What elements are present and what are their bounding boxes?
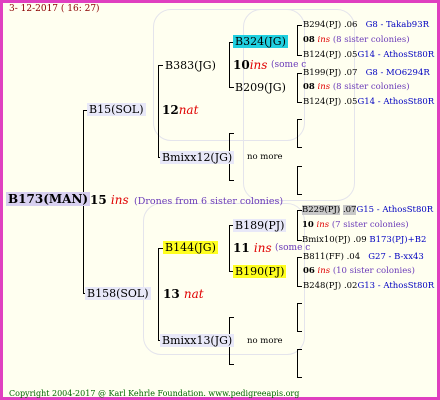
connector xyxy=(297,102,302,103)
connector xyxy=(229,225,230,271)
root-drone-note: (Drones from 6 sister colonies) xyxy=(134,196,284,207)
connector xyxy=(297,210,298,240)
connector xyxy=(297,73,298,102)
connector xyxy=(297,73,302,74)
connector xyxy=(297,147,302,148)
connector xyxy=(229,364,234,365)
maternal-grandmother-number: 10ins xyxy=(233,58,268,72)
ancestor-b209[interactable]: B209(JG) xyxy=(233,81,288,94)
connector xyxy=(229,180,234,181)
no-more-label: no more xyxy=(247,336,283,346)
leaf-b199[interactable]: B199(PJ) .07 G8 - MO6294R xyxy=(303,68,430,78)
paternal-grandmother-number: 11 ins xyxy=(233,241,272,255)
ancestor-b190[interactable]: B190(PJ) xyxy=(233,265,287,278)
connector xyxy=(297,349,302,350)
connector xyxy=(297,55,302,56)
mother-queen[interactable]: B15(SOL) xyxy=(87,103,146,116)
leaf-generation-08: 08 ins (8 sister colonies) xyxy=(303,82,410,92)
connector xyxy=(297,25,302,26)
pedigree-frame: 3- 12-2017 ( 16: 27) B173(MAN) 15 ins (D… xyxy=(0,0,440,400)
leaf-b248[interactable]: B248(PJ) .02G13 - AthosSt80R xyxy=(303,281,434,291)
connector xyxy=(158,248,159,340)
connector xyxy=(297,286,302,287)
connector xyxy=(297,194,302,195)
connector xyxy=(297,166,302,167)
no-more-label: no more xyxy=(247,152,283,162)
leaf-b294[interactable]: B294(PJ) .06 G8 - Takab93R xyxy=(303,20,429,30)
father-generation-number: 13 nat xyxy=(163,287,204,301)
maternal-grandmother[interactable]: B383(JG) xyxy=(163,59,218,72)
connector xyxy=(297,119,298,147)
connector xyxy=(297,303,298,331)
connector xyxy=(297,257,302,258)
connector xyxy=(297,25,298,55)
maternal-grandfather-mix[interactable]: Bmixx12(JG) xyxy=(160,151,235,164)
connector xyxy=(297,377,302,378)
leaf-b124[interactable]: B124(PJ) .05G14 - AthosSt80R xyxy=(303,97,434,107)
paternal-grandfather-mix[interactable]: Bmixx13(JG) xyxy=(160,334,235,347)
leaf-b811[interactable]: B811(FF) .04 G27 - B-xx43 xyxy=(303,252,424,262)
leaf-generation-10: 10 ins (7 sister colonies) xyxy=(302,220,409,230)
ancestor-b324[interactable]: B324(JG) xyxy=(233,35,288,48)
father-queen[interactable]: B158(SOL) xyxy=(85,287,151,300)
connector xyxy=(297,166,298,194)
leaf-generation-06: 06 ins (10 sister colonies) xyxy=(303,266,415,276)
leaf-generation-08: 08 ins (8 sister colonies) xyxy=(303,35,410,45)
connector xyxy=(297,303,302,304)
connector xyxy=(297,119,302,120)
connector xyxy=(297,331,302,332)
mother-generation-number: 12nat xyxy=(162,103,199,117)
generated-date: 3- 12-2017 ( 16: 27) xyxy=(9,4,100,14)
connector xyxy=(229,133,234,134)
connector xyxy=(297,257,298,286)
maternal-grandmother-note: (some c xyxy=(271,60,307,70)
connector xyxy=(229,317,234,318)
copyright-footer: Copyright 2004-2017 @ Karl Kehrle Founda… xyxy=(9,389,300,398)
connector xyxy=(297,349,298,377)
root-generation-number: 15 ins xyxy=(90,193,129,207)
ancestor-b189[interactable]: B189(PJ) xyxy=(233,219,287,232)
leaf-b124[interactable]: B124(PJ) .05G14 - AthosSt80R xyxy=(303,50,434,60)
leaf-bmix10[interactable]: Bmix10(PJ) .09 B173(PJ)+B2 xyxy=(302,235,426,245)
paternal-grandmother[interactable]: B144(JG) xyxy=(163,241,218,254)
connector xyxy=(158,65,159,157)
leaf-b229[interactable]: B229(PJ) .07G15 - AthosSt80R xyxy=(302,205,433,215)
root-queen[interactable]: B173(MAN) xyxy=(6,192,91,206)
connector xyxy=(229,42,230,87)
